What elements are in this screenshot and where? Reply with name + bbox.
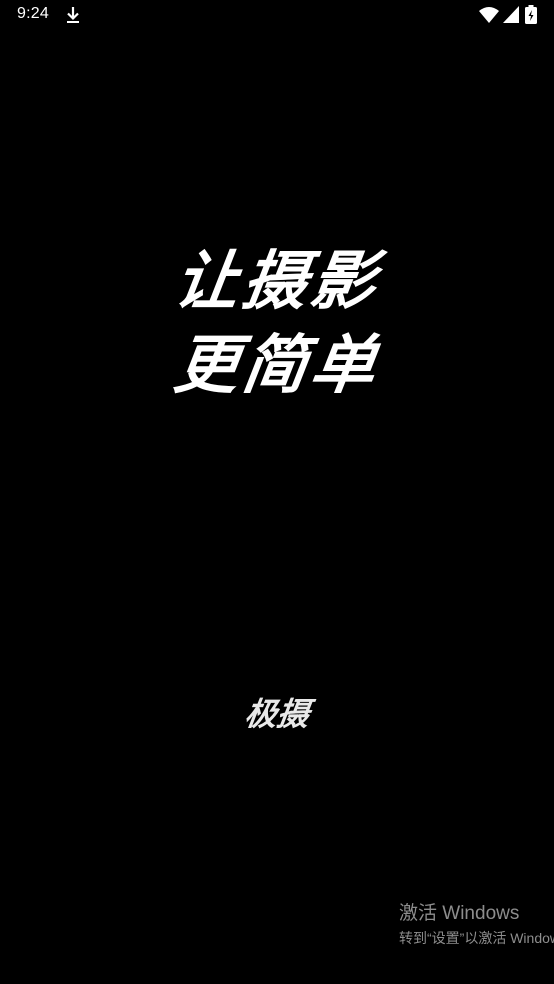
watermark-subtitle: 转到“设置”以激活 Windows。 (399, 930, 554, 946)
status-time: 9:24 (17, 5, 49, 22)
watermark-title: 激活 Windows (399, 903, 520, 924)
wifi-icon (479, 7, 499, 23)
cellular-signal-icon (503, 6, 519, 23)
slogan: 让摄影 更简单 (0, 240, 554, 408)
windows-activation-watermark: 激活 Windows 转到“设置”以激活 Windows。 (399, 902, 554, 948)
slogan-line-1: 让摄影 (169, 245, 385, 319)
brand-logo: 极摄 (242, 695, 312, 733)
battery-icon (525, 5, 537, 24)
download-icon (67, 7, 79, 23)
status-bar: 9:24 (0, 0, 554, 30)
slogan-line-2: 更简单 (169, 329, 385, 403)
